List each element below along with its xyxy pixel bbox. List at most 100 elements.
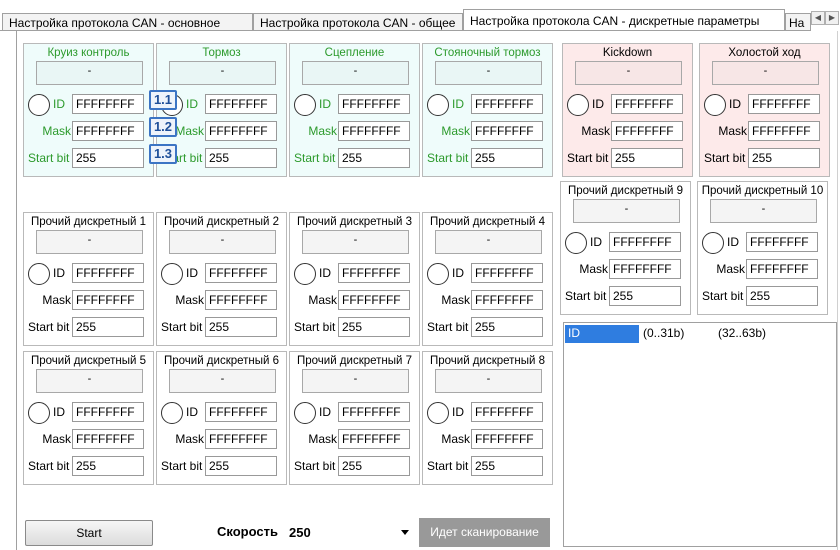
id-label: ID [452,405,464,419]
status-indicator-icon[interactable] [161,402,183,424]
start-bit-field[interactable]: 255 [205,317,277,337]
status-indicator-icon[interactable] [427,263,449,285]
start-bit-field[interactable]: 255 [72,456,144,476]
status-indicator-icon[interactable] [294,94,316,116]
mask-field[interactable]: FFFFFFFF [609,259,681,279]
panel-title: Прочий дискретный 2 [163,216,280,228]
low-bits-column-header[interactable]: (0..31b) [640,325,714,343]
id-field[interactable]: FFFFFFFF [609,232,681,252]
status-indicator-icon[interactable] [28,94,50,116]
mask-field[interactable]: FFFFFFFF [471,429,543,449]
start-bit-field[interactable]: 255 [471,317,543,337]
mask-field[interactable]: FFFFFFFF [205,121,277,141]
mask-label: Mask [42,432,71,446]
id-field[interactable]: FFFFFFFF [471,94,543,114]
id-field[interactable]: FFFFFFFF [471,402,543,422]
mask-field[interactable]: FFFFFFFF [72,121,144,141]
speed-select[interactable]: 250 [284,520,414,546]
tab-can-basic[interactable]: Настройка протокола CAN - основное [2,13,253,31]
id-table[interactable]: ID (0..31b) (32..63b) [563,322,837,547]
mask-field[interactable]: FFFFFFFF [471,121,543,141]
discrete-panel: Прочий дискретный 2 - ID FFFFFFFF Mask FFFFFF… [156,212,287,346]
status-indicator-icon[interactable] [427,94,449,116]
id-field[interactable]: FFFFFFFF [205,402,277,422]
status-indicator-icon[interactable] [702,232,724,254]
status-indicator-icon[interactable] [294,402,316,424]
panel-value-display: - [435,369,542,393]
start-bit-field[interactable]: 255 [205,456,277,476]
mask-field[interactable]: FFFFFFFF [338,429,410,449]
id-field[interactable]: FFFFFFFF [72,94,144,114]
start-bit-field[interactable]: 255 [72,148,144,168]
panel-title: Kickdown [602,47,653,59]
tab-scroll-left-icon[interactable]: ◀ [811,11,825,25]
status-indicator-icon[interactable] [294,263,316,285]
mask-field[interactable]: FFFFFFFF [72,429,144,449]
start-bit-field[interactable]: 255 [72,317,144,337]
start-bit-field[interactable]: 255 [746,286,818,306]
id-field[interactable]: FFFFFFFF [611,94,683,114]
discrete-panel: Прочий дискретный 8 - ID FFFFFFFF Mask FFFFFF… [422,351,553,485]
mask-field[interactable]: FFFFFFFF [205,290,277,310]
chevron-down-icon[interactable] [401,530,409,535]
panel-value-display: - [302,61,409,85]
start-bit-field[interactable]: 255 [338,317,410,337]
status-indicator-icon[interactable] [161,263,183,285]
start-button[interactable]: Start [25,520,153,546]
tab-can-discrete[interactable]: Настройка протокола CAN - дискретные пар… [463,9,785,31]
panel-title: Прочий дискретный 3 [296,216,413,228]
panel-value-display: - [302,369,409,393]
mask-field[interactable]: FFFFFFFF [205,429,277,449]
status-indicator-icon[interactable] [427,402,449,424]
id-field[interactable]: FFFFFFFF [205,263,277,283]
id-field[interactable]: FFFFFFFF [746,232,818,252]
status-indicator-icon[interactable] [704,94,726,116]
status-indicator-icon[interactable] [28,402,50,424]
panel-value-display: - [712,61,819,85]
mask-label: Mask [175,124,204,138]
id-field[interactable]: FFFFFFFF [338,402,410,422]
high-bits-column-header[interactable]: (32..63b) [715,325,795,343]
start-bit-field[interactable]: 255 [205,148,277,168]
panel-value-display: - [169,369,276,393]
callout-1-3: 1.3 [149,144,177,164]
id-field[interactable]: FFFFFFFF [205,94,277,114]
mask-field[interactable]: FFFFFFFF [471,290,543,310]
panel-title: Стояночный тормоз [434,47,541,59]
start-bit-field[interactable]: 255 [748,148,820,168]
status-indicator-icon[interactable] [567,94,589,116]
panel-title: Прочий дискретный 6 [163,355,280,367]
status-indicator-icon[interactable] [28,263,50,285]
start-bit-field[interactable]: 255 [471,456,543,476]
panel-title: Холостой ход [728,47,801,59]
id-field[interactable]: FFFFFFFF [72,263,144,283]
start-bit-field[interactable]: 255 [611,148,683,168]
tab-can-general[interactable]: Настройка протокола CAN - общее [253,13,463,31]
status-indicator-icon[interactable] [565,232,587,254]
tab-next-partial[interactable]: На [785,13,811,31]
tab-scroll-right-icon[interactable]: ▶ [825,11,839,25]
mask-field[interactable]: FFFFFFFF [338,290,410,310]
id-column-header[interactable]: ID [565,325,639,343]
id-label: ID [186,266,198,280]
start-bit-field[interactable]: 255 [338,148,410,168]
id-label: ID [319,266,331,280]
mask-field[interactable]: FFFFFFFF [72,290,144,310]
mask-field[interactable]: FFFFFFFF [748,121,820,141]
mask-field[interactable]: FFFFFFFF [746,259,818,279]
start-bit-label: Start bit [28,459,70,473]
callout-1-2: 1.2 [149,117,177,137]
id-field[interactable]: FFFFFFFF [471,263,543,283]
start-bit-field[interactable]: 255 [338,456,410,476]
start-bit-field[interactable]: 255 [609,286,681,306]
id-field[interactable]: FFFFFFFF [338,94,410,114]
mask-field[interactable]: FFFFFFFF [338,121,410,141]
discrete-panel: Прочий дискретный 4 - ID FFFFFFFF Mask FFFFFF… [422,212,553,346]
scan-status: Идет сканирование [419,518,550,547]
id-field[interactable]: FFFFFFFF [338,263,410,283]
start-bit-field[interactable]: 255 [471,148,543,168]
mask-field[interactable]: FFFFFFFF [611,121,683,141]
id-field[interactable]: FFFFFFFF [72,402,144,422]
mask-label: Mask [42,293,71,307]
id-field[interactable]: FFFFFFFF [748,94,820,114]
